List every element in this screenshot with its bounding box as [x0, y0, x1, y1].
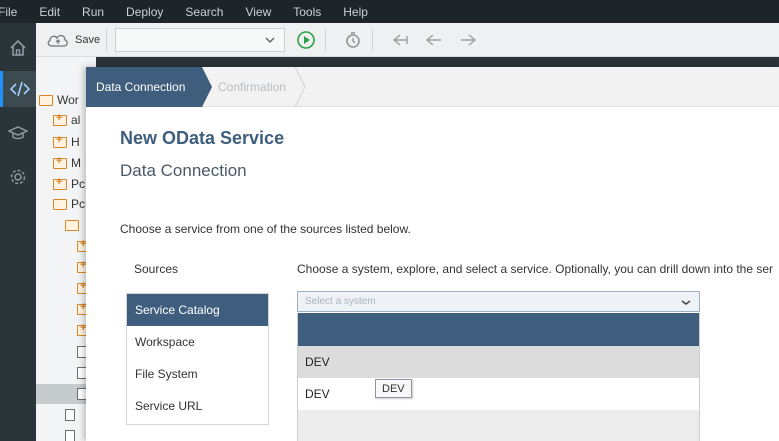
- back-to-start-icon[interactable]: [387, 27, 413, 53]
- dialog-title: New OData Service: [120, 128, 285, 148]
- folder-open-icon: [65, 219, 79, 231]
- menu-help[interactable]: Help: [343, 5, 368, 19]
- folder-open-icon: [39, 94, 53, 106]
- step-arrow: [202, 67, 212, 107]
- tree-item-label: M: [71, 156, 81, 170]
- menu-file[interactable]: File: [0, 5, 17, 19]
- learning-icon[interactable]: [0, 115, 36, 151]
- tree-item[interactable]: Pc: [53, 194, 85, 214]
- menu-view[interactable]: View: [245, 5, 271, 19]
- menu-bar: File Edit Run Deploy Search View Tools H…: [0, 0, 779, 23]
- instruction-text: Choose a service from one of the sources…: [120, 222, 411, 236]
- run-icon[interactable]: [293, 27, 319, 53]
- tooltip: DEV: [375, 379, 412, 398]
- folder-icon: [53, 155, 67, 169]
- tree-item[interactable]: [65, 426, 79, 441]
- tree-item-label: Pc: [71, 177, 86, 191]
- menu-run[interactable]: Run: [82, 5, 104, 19]
- chevron-down-icon: [681, 300, 691, 305]
- system-select-placeholder: Select a system: [305, 296, 376, 307]
- home-icon[interactable]: [0, 30, 36, 66]
- tree-item[interactable]: Pc: [53, 174, 85, 194]
- tree-item[interactable]: al: [53, 110, 80, 130]
- file-icon: [65, 430, 75, 441]
- tree-item[interactable]: Wor: [39, 90, 79, 110]
- wizard-steps: Data Connection Confirmation: [86, 67, 779, 107]
- toolbar-divider: [325, 28, 327, 51]
- folder-icon: [53, 112, 67, 126]
- arrow-right-icon[interactable]: [455, 27, 481, 53]
- system-description: Choose a system, explore, and select a s…: [297, 262, 774, 276]
- sources-list: Service Catalog Workspace File System Se…: [126, 293, 269, 425]
- settings-icon[interactable]: [0, 159, 36, 195]
- tree-item-label: H: [71, 135, 80, 149]
- file-icon: [65, 409, 75, 421]
- left-rail: [0, 23, 36, 441]
- tree-item[interactable]: H: [53, 132, 80, 152]
- source-service-url[interactable]: Service URL: [127, 390, 268, 422]
- step-data-connection[interactable]: Data Connection: [86, 67, 202, 107]
- step-confirmation[interactable]: Confirmation: [218, 67, 286, 107]
- tree-item[interactable]: [65, 405, 79, 425]
- folder-icon: [53, 134, 67, 148]
- save-button[interactable]: Save: [46, 32, 100, 48]
- chevron-down-icon: [265, 36, 275, 43]
- system-option[interactable]: DEV: [298, 346, 699, 378]
- source-file-system[interactable]: File System: [127, 358, 268, 390]
- tree-item-label: Wor: [57, 93, 79, 107]
- tree-item-label: Pc: [71, 197, 86, 211]
- system-dropdown-list: DEV DEV: [297, 313, 700, 441]
- history-icon[interactable]: [340, 27, 366, 53]
- step-arrow: [294, 67, 306, 107]
- menu-edit[interactable]: Edit: [39, 5, 60, 19]
- menu-deploy[interactable]: Deploy: [126, 5, 163, 19]
- save-label: Save: [75, 33, 101, 46]
- folder-open-icon: [53, 198, 67, 210]
- cloud-save-icon: [47, 34, 68, 47]
- sources-label: Sources: [134, 262, 179, 276]
- source-workspace[interactable]: Workspace: [127, 326, 268, 358]
- toolbar-divider: [106, 28, 108, 51]
- menu-tools[interactable]: Tools: [293, 5, 321, 19]
- system-option[interactable]: DEV: [298, 378, 699, 410]
- system-select[interactable]: Select a system: [297, 291, 700, 312]
- new-odata-service-dialog: Data Connection Confirmation New OData S…: [86, 67, 779, 441]
- source-service-catalog[interactable]: Service Catalog: [127, 294, 268, 326]
- tree-item-label: al: [71, 113, 81, 127]
- code-icon[interactable]: [0, 71, 36, 107]
- arrow-left-icon[interactable]: [421, 27, 447, 53]
- tree-item[interactable]: [65, 215, 83, 235]
- folder-icon: [53, 176, 67, 190]
- dialog-subtitle: Data Connection: [120, 161, 247, 180]
- toolbar: Save: [36, 23, 779, 57]
- toolbar-divider: [372, 28, 374, 51]
- tree-item[interactable]: M: [53, 153, 81, 173]
- dropdown-header: [298, 313, 699, 346]
- menu-search[interactable]: Search: [185, 5, 223, 19]
- run-config-select[interactable]: [115, 27, 286, 52]
